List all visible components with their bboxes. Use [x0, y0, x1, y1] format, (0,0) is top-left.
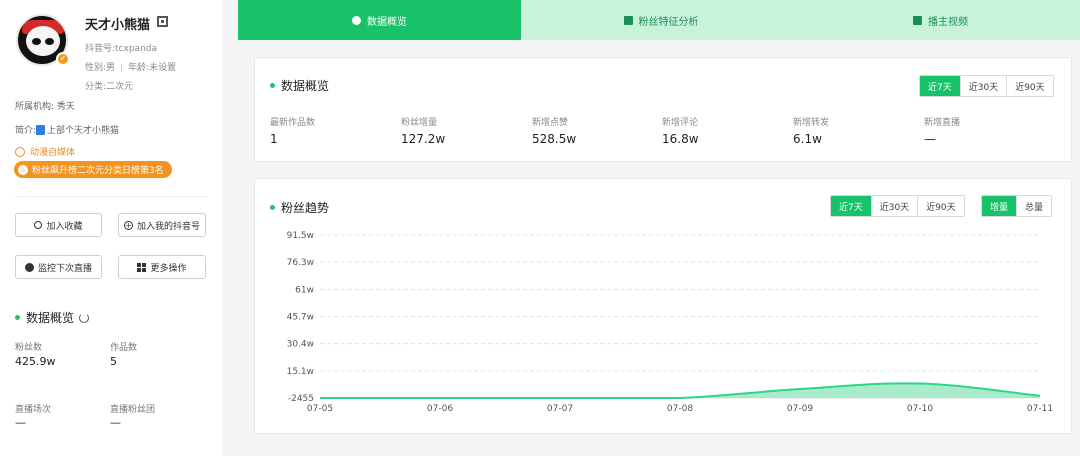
overview-metric-value: 16.8w: [662, 132, 699, 146]
trend-mode-selector: 增量 总量: [981, 195, 1053, 217]
overview-metric-label: 新增评论: [662, 118, 699, 128]
user-card-icon: [623, 15, 633, 25]
tab-overview-label: 数据概览: [367, 16, 407, 28]
video-icon: [913, 15, 922, 25]
gender: 性别:男: [85, 63, 116, 73]
age: 年龄:未设置: [128, 63, 177, 73]
tag-ring-icon: [15, 146, 25, 157]
divider: [14, 196, 206, 197]
trend-title: 粉丝趋势: [270, 199, 329, 216]
overview-metric-value: 1: [270, 132, 278, 146]
intro-prefix: 简介:: [15, 126, 37, 136]
monitor-live-button-label: 监控下次直播: [37, 263, 92, 274]
qr-code-icon[interactable]: [157, 16, 168, 27]
avatar-eye-right: [45, 38, 54, 45]
plus-icon: +: [123, 220, 133, 230]
add-douyin-button[interactable]: + 加入我的抖音号: [118, 213, 206, 237]
mode-total[interactable]: 总量: [1016, 196, 1052, 216]
works-label: 作品数: [110, 343, 138, 353]
refresh-icon[interactable]: [79, 312, 90, 323]
more-actions-button-label: 更多操作: [150, 263, 187, 274]
overview-metric-label: 新增直播: [924, 118, 961, 128]
tag-line: 动漫自媒体: [15, 145, 75, 158]
tab-fan-analysis[interactable]: 粉丝特征分析: [521, 0, 801, 40]
fire-icon: ♨: [18, 164, 28, 175]
tab-bar: 数据概览 粉丝特征分析 播主视频: [238, 0, 1080, 40]
tag-text: 动漫自媒体: [30, 148, 76, 158]
pie-chart-icon: [352, 15, 361, 25]
favorite-button-label: 加入收藏: [46, 221, 83, 232]
avatar-eye-left: [32, 38, 41, 45]
overview-metric-value: 127.2w: [401, 132, 446, 146]
overview-metric-value: 6.1w: [793, 132, 822, 146]
overview-metric-value: —: [924, 132, 936, 146]
overview-metric-label: 新增转发: [793, 118, 830, 128]
overview-title-text: 数据概览: [281, 79, 330, 93]
trend-range-30d[interactable]: 近30天: [870, 196, 918, 216]
monitor-live-button[interactable]: 监控下次直播: [15, 255, 102, 279]
range-30d[interactable]: 近30天: [959, 76, 1007, 96]
gender-age-line: 性别:男 年龄:未设置: [85, 60, 176, 73]
tab-fan-analysis-label: 粉丝特征分析: [638, 16, 699, 28]
grid-icon: [137, 262, 147, 272]
overview-card: [254, 57, 1072, 162]
works-value: 5: [110, 355, 117, 368]
book-icon: [36, 124, 46, 135]
trend-range-7d[interactable]: 近7天: [831, 196, 871, 216]
trend-range-selector: 近7天 近30天 近90天: [830, 195, 965, 217]
circle-icon: [34, 221, 43, 229]
green-dot-icon: [270, 205, 275, 210]
trend-range-90d[interactable]: 近90天: [917, 196, 964, 216]
overview-metric-label: 新增点赞: [532, 118, 569, 128]
tab-videos[interactable]: 播主视频: [801, 0, 1080, 40]
mode-increment[interactable]: 增量: [982, 196, 1017, 216]
range-90d[interactable]: 近90天: [1006, 76, 1053, 96]
app-root: ✓ 天才小熊猫 抖音号:tcxpanda 性别:男 年龄:未设置 分类:二次元 所…: [0, 0, 1080, 456]
more-actions-button[interactable]: 更多操作: [118, 255, 206, 279]
add-douyin-button-label: 加入我的抖音号: [136, 221, 200, 232]
camera-icon: [24, 262, 34, 272]
overview-range-selector: 近7天 近30天 近90天: [919, 75, 1054, 97]
category: 分类:二次元: [85, 82, 134, 92]
fans-label: 粉丝数: [15, 343, 43, 353]
tab-videos-label: 播主视频: [928, 16, 968, 28]
green-dot-icon: [270, 83, 275, 88]
profile-sidebar: ✓ 天才小熊猫 抖音号:tcxpanda 性别:男 年龄:未设置 分类:二次元 所…: [0, 0, 222, 456]
side-overview-title-text: 数据概览: [26, 311, 75, 325]
profile-name: 天才小熊猫: [85, 18, 151, 33]
overview-metric-label: 粉丝增量: [401, 118, 438, 128]
favorite-button[interactable]: 加入收藏: [15, 213, 102, 237]
live-count-value: —: [15, 416, 26, 429]
rank-badge-text: 粉丝飙升榜二次元分类日榜第3名: [32, 166, 164, 176]
overview-title: 数据概览: [270, 77, 329, 94]
range-7d[interactable]: 近7天: [920, 76, 960, 96]
rank-badge[interactable]: ♨ 粉丝飙升榜二次元分类日榜第3名: [14, 161, 172, 178]
douyin-id: 抖音号:tcxpanda: [85, 44, 157, 54]
fanclub-label: 直播粉丝团: [110, 405, 156, 415]
green-dot-icon: [15, 315, 20, 320]
overview-metric-label: 最新作品数: [270, 118, 316, 128]
overview-metric-value: 528.5w: [532, 132, 577, 146]
intro: 简介: 上部个天才小熊猫: [15, 123, 119, 136]
trend-title-text: 粉丝趋势: [281, 201, 330, 215]
separator: [121, 63, 123, 72]
fans-value: 425.9w: [15, 355, 56, 368]
side-overview-title: 数据概览: [15, 309, 90, 326]
tab-overview[interactable]: 数据概览: [238, 0, 521, 40]
intro-text: 上部个天才小熊猫: [47, 126, 120, 136]
live-count-label: 直播场次: [15, 405, 52, 415]
organization: 所属机构: 秀天: [15, 102, 75, 112]
fanclub-value: —: [110, 416, 121, 429]
verified-badge-icon: ✓: [56, 52, 70, 66]
